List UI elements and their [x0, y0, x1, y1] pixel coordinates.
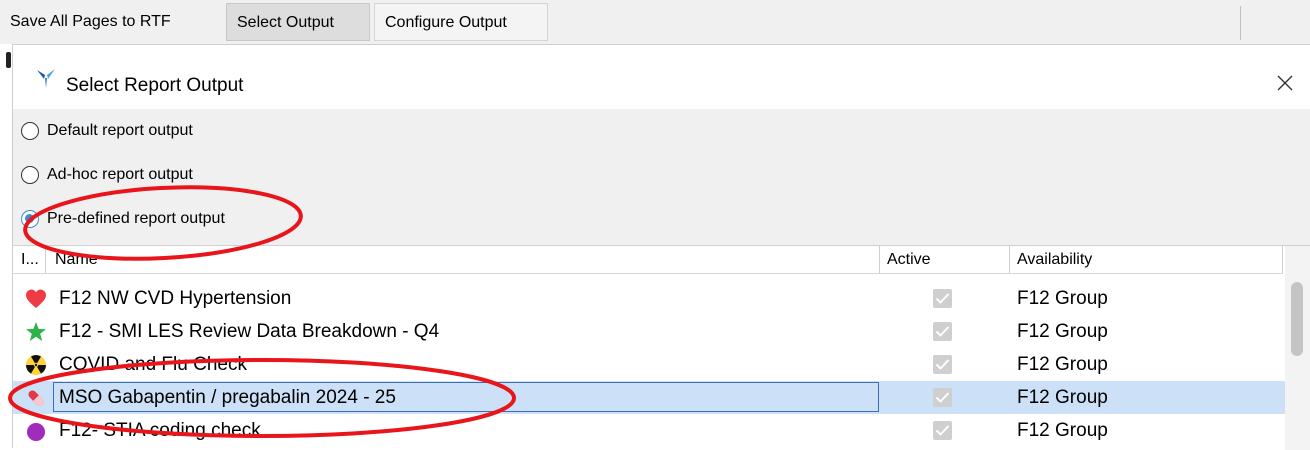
row-name: F12- STIA coding check: [59, 420, 261, 441]
select-report-output-dialog: Select Report Output Default report outp…: [12, 44, 1310, 450]
toolbar-divider: [1240, 6, 1241, 40]
row-availability: F12 Group: [1017, 387, 1108, 408]
close-icon[interactable]: [1275, 73, 1295, 93]
table-row[interactable]: COVID and Flu Check F12 Group: [13, 348, 1285, 381]
star-icon: [26, 322, 46, 341]
option-default-label: Default report output: [47, 122, 193, 139]
pill-icon: [28, 390, 44, 406]
row-availability: F12 Group: [1017, 321, 1108, 342]
save-all-pages-rtf-button[interactable]: Save All Pages to RTF: [0, 3, 216, 41]
radio-adhoc-output[interactable]: [21, 166, 39, 184]
dialog-titlebar: Select Report Output: [13, 45, 1310, 109]
option-adhoc-label: Ad-hoc report output: [47, 166, 193, 183]
dialog-title: Select Report Output: [66, 75, 244, 96]
column-header-icon[interactable]: I...: [21, 251, 39, 269]
table-header: I... Name Active Availability: [13, 246, 1283, 274]
table-row[interactable]: F12- STIA coding check F12 Group: [13, 414, 1285, 447]
column-header-active[interactable]: Active: [887, 251, 931, 269]
row-name: COVID and Flu Check: [59, 354, 247, 375]
configure-output-button[interactable]: Configure Output: [374, 3, 548, 41]
active-checkbox[interactable]: [933, 289, 952, 308]
report-toolbar: Save All Pages to RTF Select Output Conf…: [0, 0, 1310, 44]
active-checkbox[interactable]: [933, 388, 952, 407]
active-checkbox[interactable]: [933, 355, 952, 374]
row-availability: F12 Group: [1017, 288, 1108, 309]
row-name: F12 - SMI LES Review Data Breakdown - Q4: [59, 321, 440, 342]
radio-default-output[interactable]: [21, 122, 39, 140]
select-output-button[interactable]: Select Output: [226, 3, 370, 41]
active-checkbox[interactable]: [933, 322, 952, 341]
vertical-scrollbar[interactable]: [1285, 246, 1310, 450]
table-row-selected[interactable]: MSO Gabapentin / pregabalin 2024 - 25 F1…: [13, 381, 1285, 414]
column-divider[interactable]: [1009, 246, 1010, 273]
row-name: MSO Gabapentin / pregabalin 2024 - 25: [59, 387, 396, 408]
scrollbar-thumb[interactable]: [1291, 282, 1303, 356]
column-header-name[interactable]: Name: [55, 251, 98, 269]
option-predefined-label: Pre-defined report output: [47, 210, 225, 227]
table-row[interactable]: F12 NW CVD Hypertension F12 Group: [13, 282, 1285, 315]
column-divider[interactable]: [1282, 246, 1283, 273]
heart-icon: [26, 289, 46, 308]
app-logo-icon: [37, 69, 55, 88]
row-name: F12 NW CVD Hypertension: [59, 288, 292, 309]
output-type-options: Default report output Ad-hoc report outp…: [13, 109, 1310, 245]
column-divider[interactable]: [45, 246, 46, 273]
background-window-edge: [6, 52, 11, 68]
table-row[interactable]: F12 - SMI LES Review Data Breakdown - Q4…: [13, 315, 1285, 348]
radiation-icon: [26, 355, 46, 375]
row-availability: F12 Group: [1017, 420, 1108, 441]
circle-icon: [27, 423, 45, 441]
radio-predefined-output[interactable]: [21, 210, 39, 228]
report-output-table: I... Name Active Availability F12 NW CVD…: [13, 245, 1310, 450]
row-availability: F12 Group: [1017, 354, 1108, 375]
active-checkbox[interactable]: [933, 421, 952, 440]
column-header-availability[interactable]: Availability: [1017, 251, 1092, 269]
column-divider[interactable]: [879, 246, 880, 273]
